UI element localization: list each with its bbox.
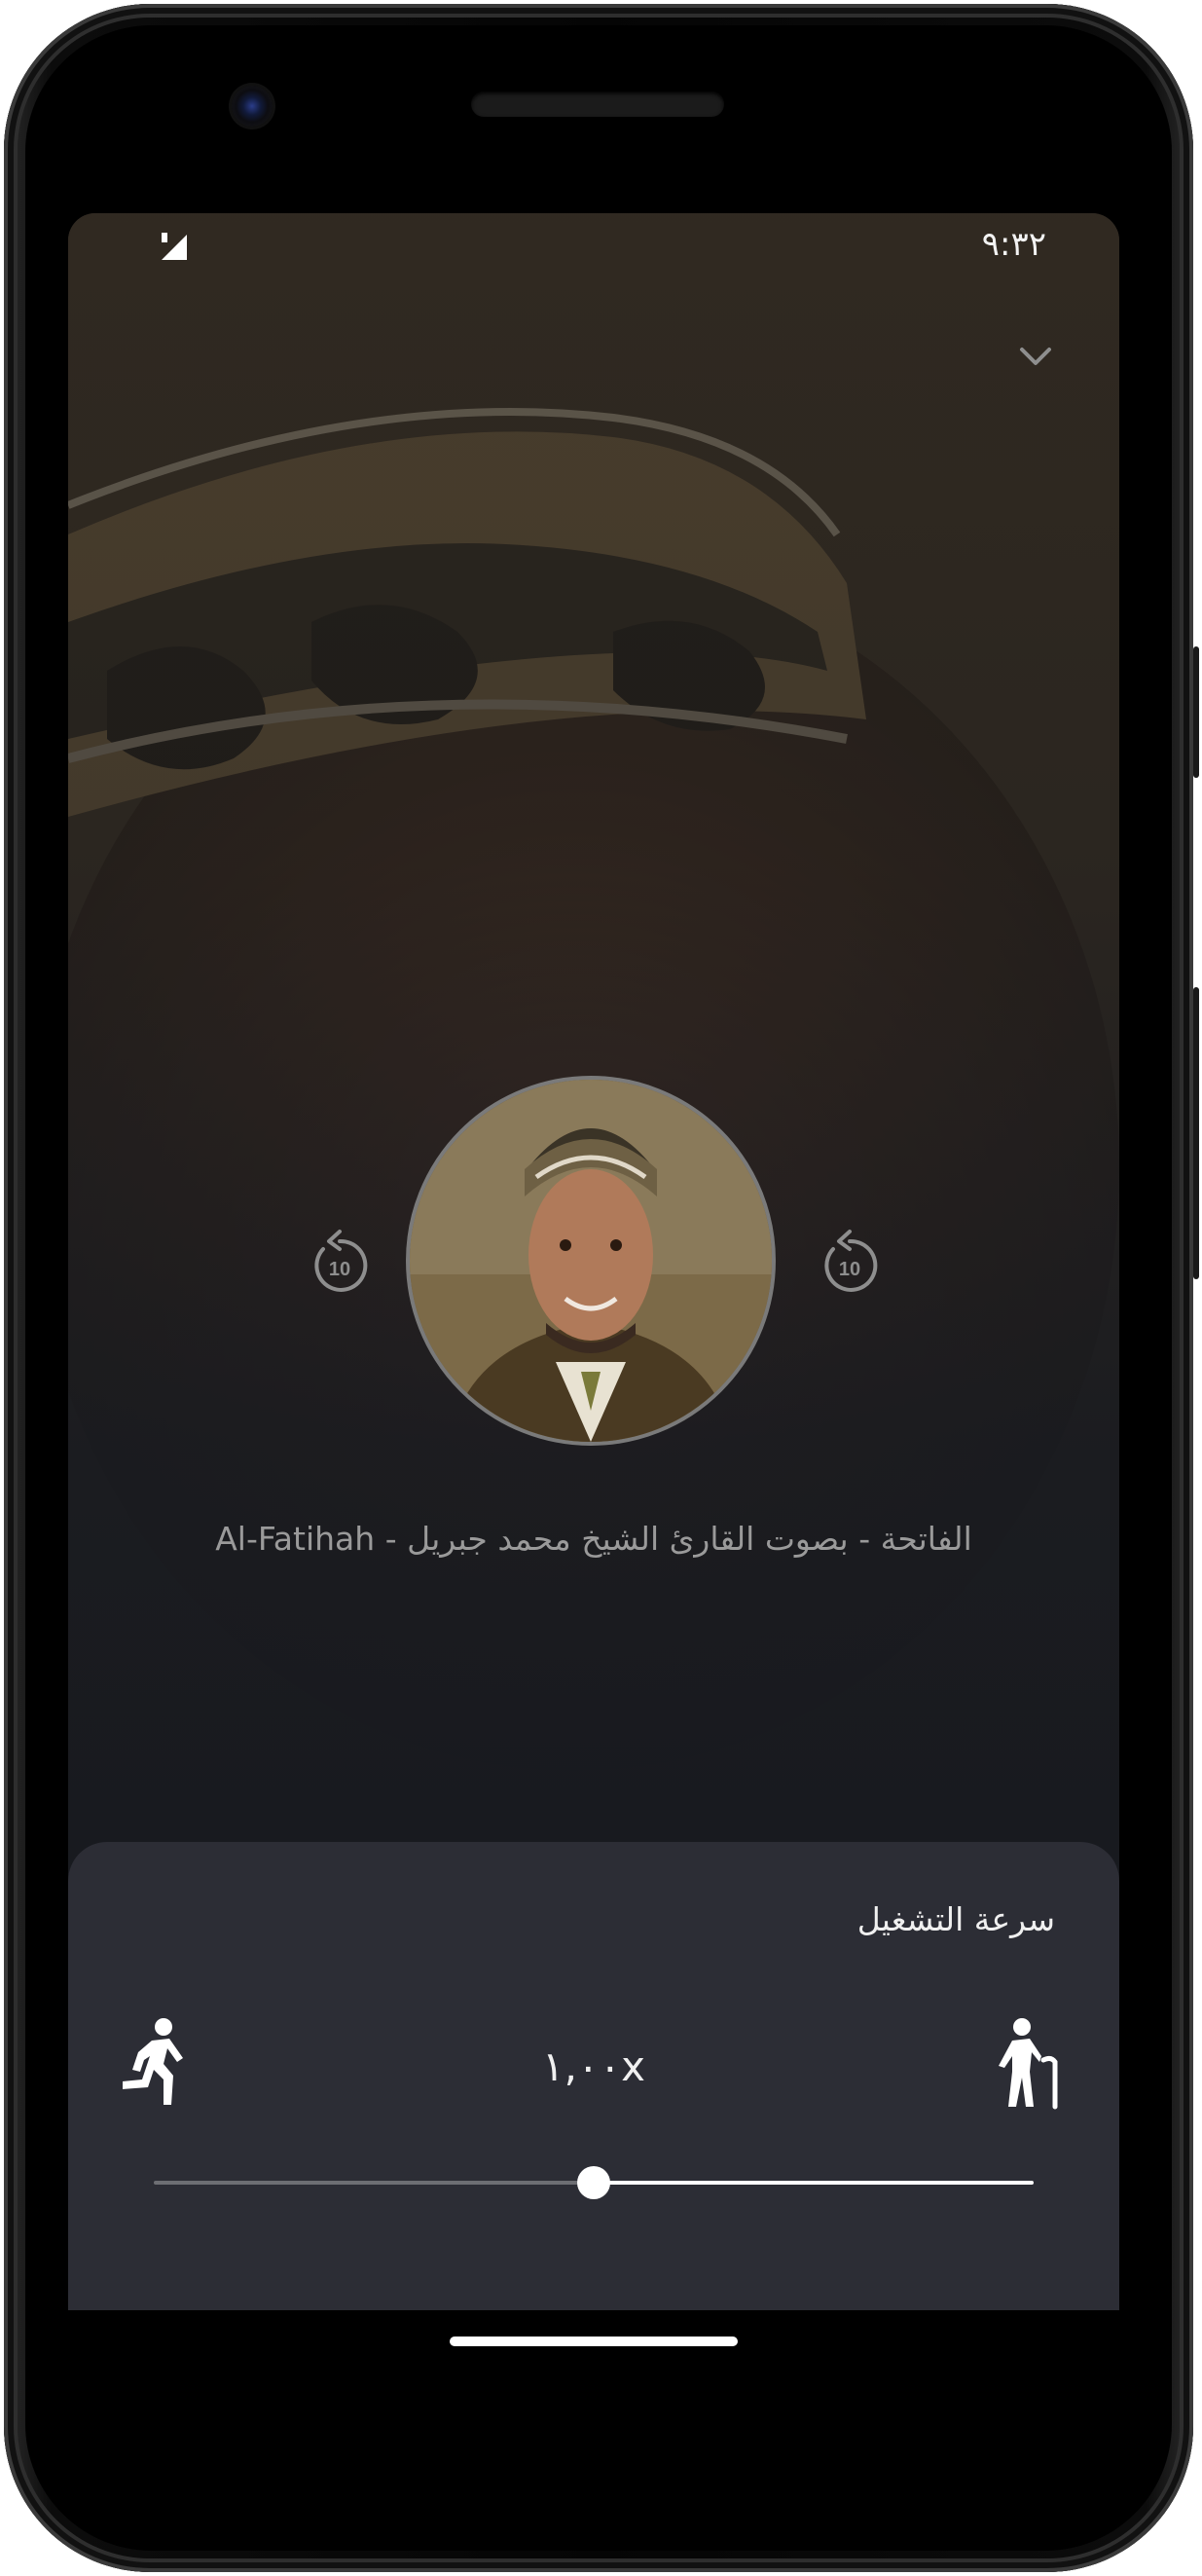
volume-button [1193, 987, 1199, 1279]
screen: ٩:٣٢ 10 10 الفاتحة - بصوت القارئ الشيخ م… [68, 213, 1119, 2310]
signal-icon [162, 233, 187, 260]
front-camera [232, 86, 273, 127]
speed-slider[interactable] [154, 2163, 1034, 2202]
speed-value: ١,٠٠x [542, 2042, 645, 2090]
status-bar: ٩:٣٢ [68, 213, 1119, 281]
rewind-10-icon[interactable]: 10 [308, 1228, 372, 1298]
slider-thumb[interactable] [577, 2166, 610, 2199]
background-overlay [68, 213, 1119, 1849]
track-title: الفاتحة - بصوت القارئ الشيخ محمد جبريل -… [215, 1520, 972, 1558]
status-time: ٩:٣٢ [981, 225, 1046, 264]
sheet-title: سرعة التشغيل [856, 1900, 1055, 1938]
earpiece-speaker [471, 92, 724, 117]
forward-10-icon[interactable]: 10 [818, 1228, 882, 1298]
skip-back-label: 10 [329, 1259, 350, 1280]
skip-forward-label: 10 [839, 1259, 860, 1280]
playback-speed-sheet: سرعة التشغيل ١,٠٠x [68, 1842, 1119, 2310]
chevron-down-icon[interactable] [1014, 335, 1057, 378]
slider-track-inactive [154, 2181, 594, 2185]
slider-track-active [594, 2181, 1034, 2185]
elderly-person-icon[interactable] [995, 2017, 1065, 2111]
power-button [1193, 646, 1199, 778]
reciter-portrait [406, 1076, 776, 1446]
home-indicator[interactable] [450, 2337, 738, 2346]
